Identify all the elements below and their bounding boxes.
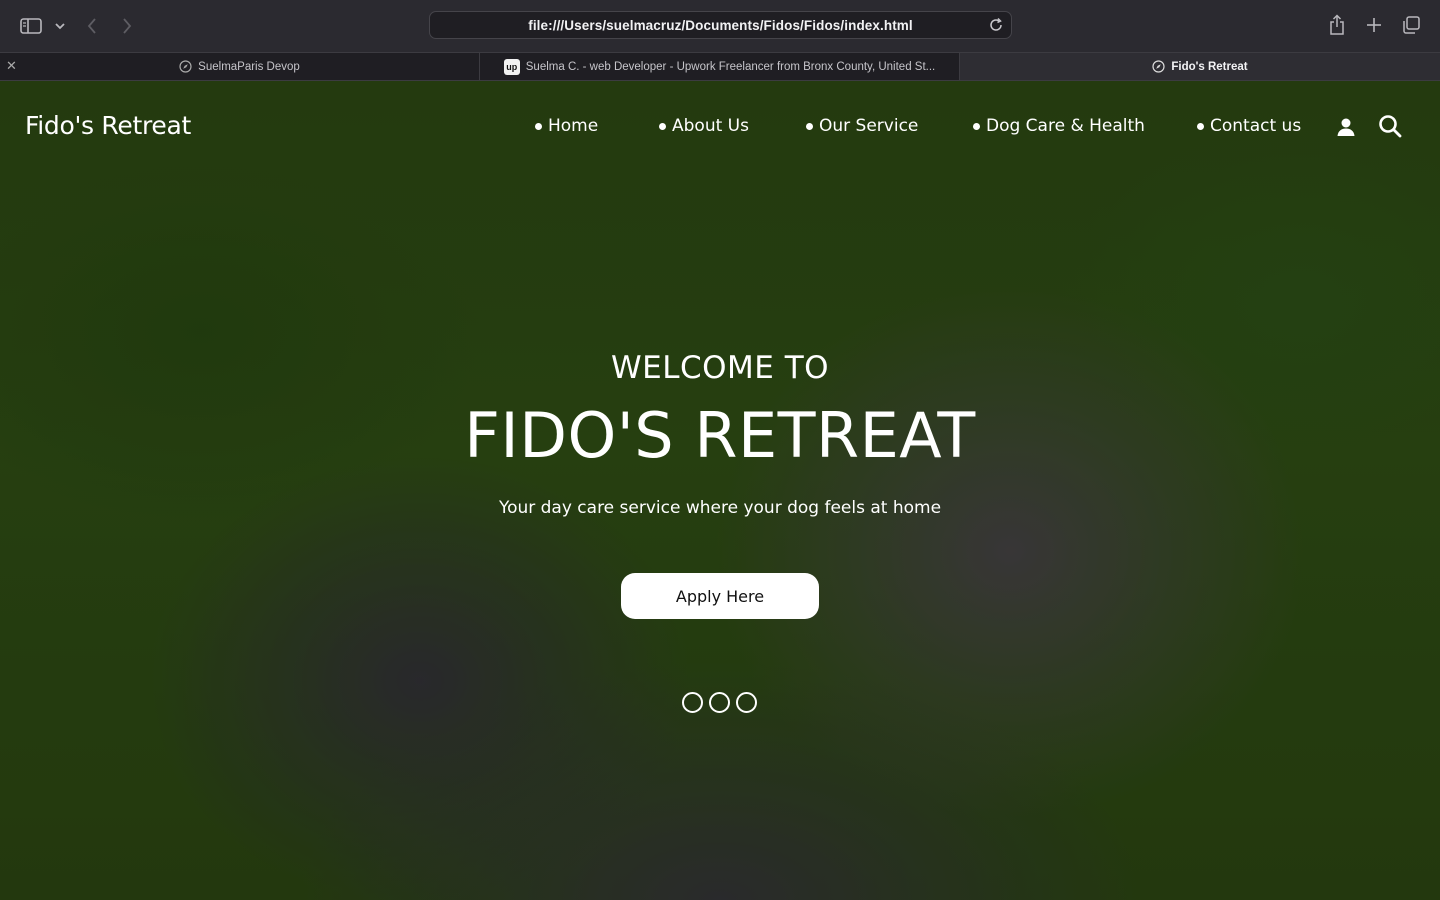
address-url[interactable]: file:///Users/suelmacruz/Documents/Fidos… — [528, 18, 913, 33]
share-icon[interactable] — [1326, 12, 1348, 38]
address-bar[interactable]: file:///Users/suelmacruz/Documents/Fidos… — [429, 11, 1012, 39]
slider-dot[interactable] — [736, 692, 757, 713]
hero-section: WELCOME TO FIDO'S RETREAT Your day care … — [0, 81, 1440, 900]
close-icon[interactable]: ✕ — [6, 59, 18, 73]
slider-dot[interactable] — [709, 692, 730, 713]
apply-here-button[interactable]: Apply Here — [621, 573, 819, 619]
slider-dots — [682, 692, 757, 713]
back-arrow-icon[interactable] — [82, 14, 102, 38]
slider-dot[interactable] — [682, 692, 703, 713]
new-tab-plus-icon[interactable] — [1363, 14, 1385, 36]
tab-bar: ✕ SuelmaParis Devop up Suelma C. - web D… — [0, 52, 1440, 81]
hero-welcome: WELCOME TO — [610, 350, 830, 386]
hero-tagline: Your day care service where your dog fee… — [498, 498, 942, 518]
upwork-icon: up — [503, 58, 520, 75]
tab-fidos-retreat[interactable]: Fido's Retreat — [960, 53, 1440, 80]
tab-upwork[interactable]: up Suelma C. - web Developer - Upwork Fr… — [480, 53, 960, 80]
reload-icon[interactable] — [987, 16, 1005, 34]
tab-title: Suelma C. - web Developer - Upwork Freel… — [525, 60, 936, 73]
sidebar-toggle-icon[interactable] — [18, 14, 44, 38]
tab-overview-icon[interactable] — [1400, 14, 1422, 36]
hero-title: FIDO'S RETREAT — [464, 399, 976, 472]
tab-title: Fido's Retreat — [1171, 60, 1248, 73]
compass-icon — [179, 60, 192, 73]
chevron-down-icon[interactable] — [52, 16, 68, 36]
forward-arrow-icon[interactable] — [117, 14, 137, 38]
tab-title: SuelmaParis Devop — [198, 60, 300, 73]
tab-suelmaparis[interactable]: ✕ SuelmaParis Devop — [0, 53, 480, 80]
page-viewport: Fido's Retreat Home About Us Our Service… — [0, 81, 1440, 900]
compass-icon — [1152, 60, 1165, 73]
browser-toolbar: file:///Users/suelmacruz/Documents/Fidos… — [0, 0, 1440, 52]
